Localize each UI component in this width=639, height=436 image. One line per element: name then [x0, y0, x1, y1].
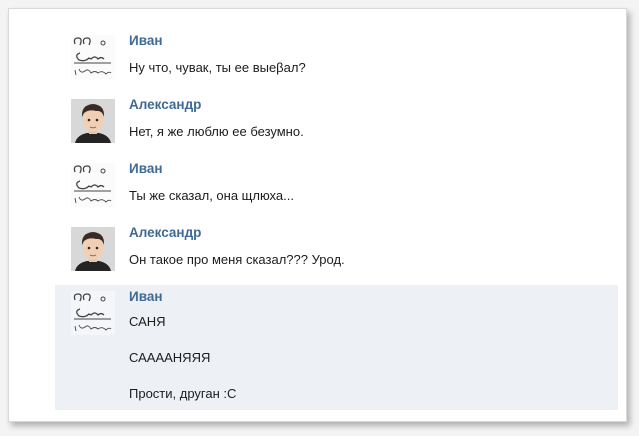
cartoon-man-avatar-icon[interactable] — [71, 99, 115, 143]
sketch-avatar-icon[interactable] — [71, 35, 115, 79]
message-item: Иван Ты же сказал, она щлюха... — [55, 157, 618, 217]
message-item: Александр Нет, я же люблю ее безумно. — [55, 93, 618, 153]
message-author[interactable]: Иван — [129, 289, 163, 304]
message-text: САААAНЯЯЯ — [129, 350, 211, 365]
message-text: Ну что, чувак, ты ее выеβал? — [129, 60, 306, 75]
message-author[interactable]: Иван — [129, 33, 163, 48]
message-author[interactable]: Александр — [129, 225, 201, 240]
cartoon-man-avatar-icon[interactable] — [71, 227, 115, 271]
sketch-avatar-icon[interactable] — [71, 291, 115, 335]
message-author[interactable]: Александр — [129, 97, 201, 112]
message-text: Нет, я же люблю ее безумно. — [129, 124, 304, 139]
message-item: Иван Ну что, чувак, ты ее выеβал? — [55, 29, 618, 89]
message-item: Александр Он такое про меня сказал??? Ур… — [55, 221, 618, 281]
message-item-highlighted: Иван САНЯ САААAНЯЯЯ Прости, друган :С — [55, 285, 618, 410]
message-text: САНЯ — [129, 314, 166, 329]
message-text: Ты же сказал, она щлюха... — [129, 188, 294, 203]
sketch-avatar-icon[interactable] — [71, 163, 115, 207]
message-author[interactable]: Иван — [129, 161, 163, 176]
message-text: Он такое про меня сказал??? Урод. — [129, 252, 345, 267]
chat-window: Иван Ну что, чувак, ты ее выеβал? Алекса… — [8, 8, 627, 422]
message-text: Прости, друган :С — [129, 386, 237, 401]
